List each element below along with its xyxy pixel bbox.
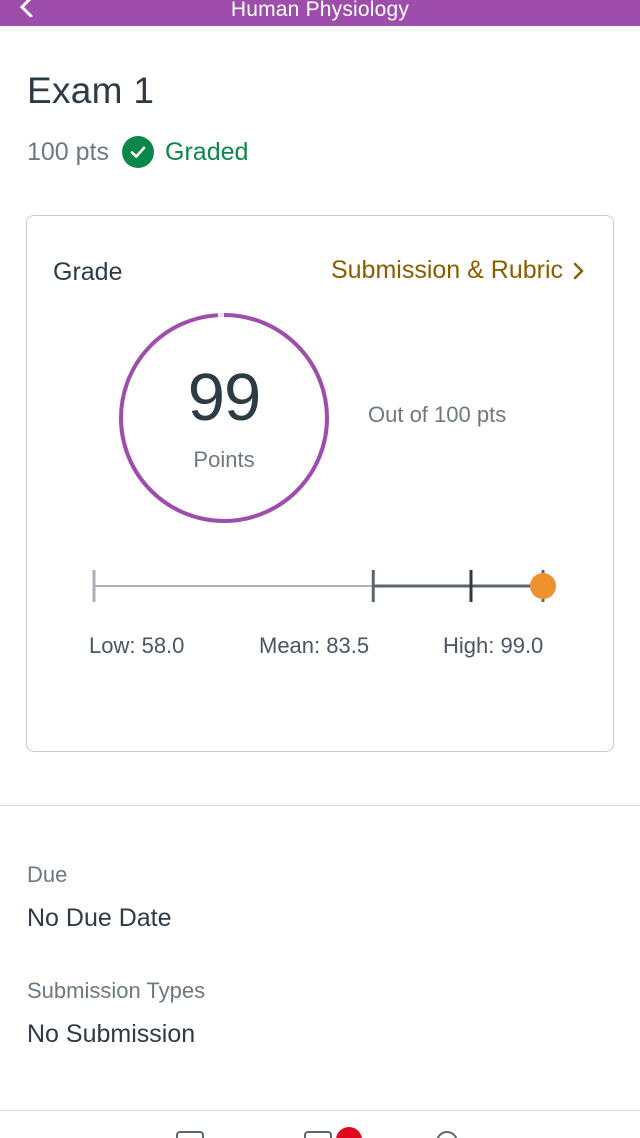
section-divider	[0, 805, 640, 806]
out-of-points: Out of 100 pts	[368, 402, 507, 427]
grade-card: Grade Submission & Rubric 99 Points Out …	[26, 215, 614, 752]
mean-label: Mean: 83.5	[259, 633, 370, 658]
assignment-meta: 100 pts Graded	[27, 135, 248, 169]
assignment-title: Exam 1	[27, 70, 155, 111]
graded-status: Graded	[165, 137, 249, 166]
score-unit: Points	[193, 447, 255, 472]
low-label: Low: 58.0	[89, 633, 185, 658]
check-circle-icon	[122, 136, 155, 168]
high-label: High: 99.0	[443, 633, 544, 658]
bottom-tab-bar	[0, 1123, 640, 1138]
score-distribution-bar	[92, 570, 556, 602]
calendar-icon[interactable]	[176, 1131, 204, 1138]
points-possible: 100 pts	[27, 137, 110, 166]
chevron-right-icon	[573, 262, 584, 279]
submission-rubric-link[interactable]: Submission & Rubric	[331, 256, 585, 285]
course-header-bar: Human Physiology	[0, 0, 640, 26]
due-value: No Due Date	[27, 904, 172, 932]
grade-heading: Grade	[53, 258, 123, 286]
submission-rubric-label: Submission & Rubric	[330, 256, 563, 284]
your-score-marker	[530, 573, 556, 599]
course-title: Human Physiology	[230, 0, 410, 21]
inbox-icon[interactable]	[304, 1131, 332, 1138]
submission-types-value: No Submission	[27, 1020, 196, 1048]
bottom-divider	[0, 1110, 640, 1111]
notifications-icon[interactable]	[436, 1131, 458, 1138]
submission-types-label: Submission Types	[27, 978, 206, 1003]
score-ring: 99 Points	[117, 311, 331, 525]
score-value: 99	[187, 360, 262, 435]
notification-badge	[336, 1127, 362, 1138]
due-label: Due	[27, 862, 68, 887]
